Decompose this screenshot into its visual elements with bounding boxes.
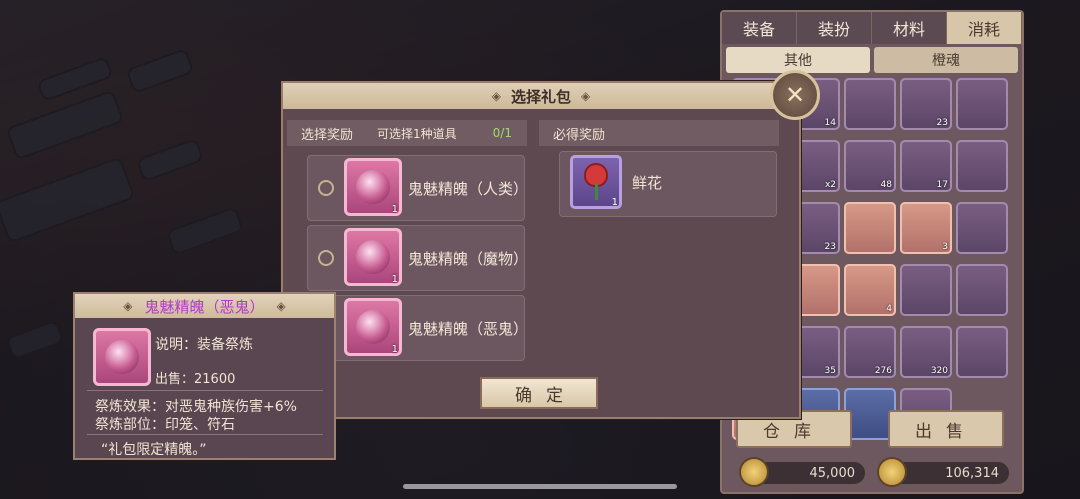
tooltip-divider: [87, 390, 323, 391]
currency-gold-value: 45,000: [809, 465, 856, 481]
item-count: 1: [391, 344, 398, 355]
inventory-slot[interactable]: 3: [900, 202, 952, 254]
inventory-slot[interactable]: 276: [844, 326, 896, 378]
item-count: 1: [391, 204, 398, 215]
tooltip-part: 祭炼部位：印笼、符石: [95, 417, 235, 433]
choose-reward-header: 选择奖励 可选择1种道具 0/1: [287, 120, 527, 146]
slot-count: 23: [824, 242, 836, 252]
inventory-slot[interactable]: [844, 78, 896, 130]
dialog-title-bar: ◈ 选择礼包 ◈: [283, 83, 799, 109]
close-icon[interactable]: ✕: [770, 70, 820, 120]
ornament-left-icon: ◈: [491, 89, 501, 103]
guaranteed-reward-header: 必得奖励: [539, 120, 779, 146]
slot-count: 14: [824, 118, 836, 128]
ornament-right-icon: ◈: [276, 299, 286, 313]
inventory-slot[interactable]: 4: [844, 264, 896, 316]
inventory-tabs: 装备 装扮 材料 消耗: [722, 12, 1022, 44]
inventory-slot[interactable]: 48: [844, 140, 896, 192]
reward-option[interactable]: 1 鬼魅精魄（恶鬼）: [307, 295, 529, 361]
sell-button[interactable]: 出售: [888, 410, 1004, 448]
inventory-slot[interactable]: [844, 202, 896, 254]
slot-count: 23: [936, 118, 948, 128]
ornament-right-icon: ◈: [581, 89, 591, 103]
inventory-slot[interactable]: 320: [900, 326, 952, 378]
item-tooltip: ◈ 鬼魅精魄（恶鬼） ◈ 说明：装备祭炼 出售：21600 祭炼效果：对恶鬼种族…: [73, 292, 336, 460]
tooltip-title-bar: ◈ 鬼魅精魄（恶鬼） ◈: [75, 294, 334, 318]
ornament-left-icon: ◈: [123, 299, 133, 313]
inventory-subtabs: 其他 橙魂: [722, 44, 1022, 76]
inventory-slot[interactable]: [956, 264, 1008, 316]
spirit-orb-icon[interactable]: 1: [344, 158, 402, 216]
inventory-slot[interactable]: [956, 78, 1008, 130]
reward-option[interactable]: 1 鬼魅精魄（魔物）: [307, 225, 529, 291]
guaranteed-item-label: 鲜花: [632, 174, 663, 192]
slot-count: 3: [942, 242, 948, 252]
reward-option[interactable]: 1 鬼魅精魄（人类）: [307, 155, 529, 221]
slot-count: 276: [874, 366, 892, 376]
slot-count: 35: [824, 366, 836, 376]
slot-count: 4: [886, 304, 892, 314]
item-count: 1: [391, 274, 398, 285]
currency-premium: 106,314: [879, 459, 1010, 485]
dialog-title: 选择礼包: [510, 87, 571, 106]
choose-reward-title: 选择奖励: [301, 127, 354, 143]
gold-coin-icon: [741, 459, 767, 485]
tab-materials[interactable]: 材料: [872, 12, 947, 44]
inventory-slot[interactable]: 23: [900, 78, 952, 130]
slot-count: 320: [930, 366, 948, 376]
tooltip-description: 说明：装备祭炼: [155, 337, 253, 353]
premium-coin-icon[interactable]: [879, 459, 905, 485]
tab-consumables[interactable]: 消耗: [947, 12, 1022, 44]
inventory-slot[interactable]: [956, 140, 1008, 192]
guaranteed-reward-item[interactable]: 1 鲜花: [559, 151, 777, 217]
option-label: 鬼魅精魄（魔物）: [408, 250, 529, 268]
gift-select-dialog: ◈ 选择礼包 ◈ 选择奖励 可选择1种道具 0/1 必得奖励 1 鬼魅精魄（人类…: [281, 81, 801, 419]
choose-reward-ratio: 0/1: [492, 126, 512, 140]
inventory-slot[interactable]: [900, 264, 952, 316]
tooltip-divider: [87, 434, 323, 435]
spirit-orb-icon[interactable]: 1: [344, 298, 402, 356]
slot-count: 17: [936, 180, 948, 190]
home-indicator[interactable]: [403, 484, 677, 489]
subtab-other[interactable]: 其他: [726, 47, 870, 73]
slot-count: 48: [880, 180, 892, 190]
spirit-orb-icon[interactable]: 1: [344, 228, 402, 286]
option-radio[interactable]: [318, 180, 334, 196]
currency-gold: 45,000: [741, 459, 866, 485]
tab-costume[interactable]: 装扮: [797, 12, 872, 44]
inventory-slot[interactable]: [956, 326, 1008, 378]
tooltip-price: 出售：21600: [155, 372, 236, 387]
confirm-button[interactable]: 确定: [480, 377, 598, 409]
tooltip-flavor: “礼包限定精魄。”: [101, 442, 207, 458]
option-radio[interactable]: [318, 250, 334, 266]
choose-reward-hint: 可选择1种道具: [377, 126, 457, 141]
item-count: 1: [611, 197, 618, 208]
subtab-orange-soul[interactable]: 橙魂: [874, 47, 1018, 73]
slot-count: x2: [824, 180, 836, 190]
tooltip-title: 鬼魅精魄（恶鬼）: [144, 297, 265, 316]
inventory-slot[interactable]: 17: [900, 140, 952, 192]
spirit-orb-icon: [93, 328, 151, 386]
tooltip-effect: 祭炼效果：对恶鬼种族伤害+6%: [95, 399, 297, 415]
flower-icon[interactable]: 1: [570, 155, 622, 209]
option-label: 鬼魅精魄（恶鬼）: [408, 320, 529, 338]
inventory-slot[interactable]: [956, 202, 1008, 254]
option-label: 鬼魅精魄（人类）: [408, 180, 529, 198]
currency-premium-value: 106,314: [945, 465, 999, 481]
tab-equipment[interactable]: 装备: [722, 12, 797, 44]
guaranteed-reward-title: 必得奖励: [553, 127, 606, 143]
